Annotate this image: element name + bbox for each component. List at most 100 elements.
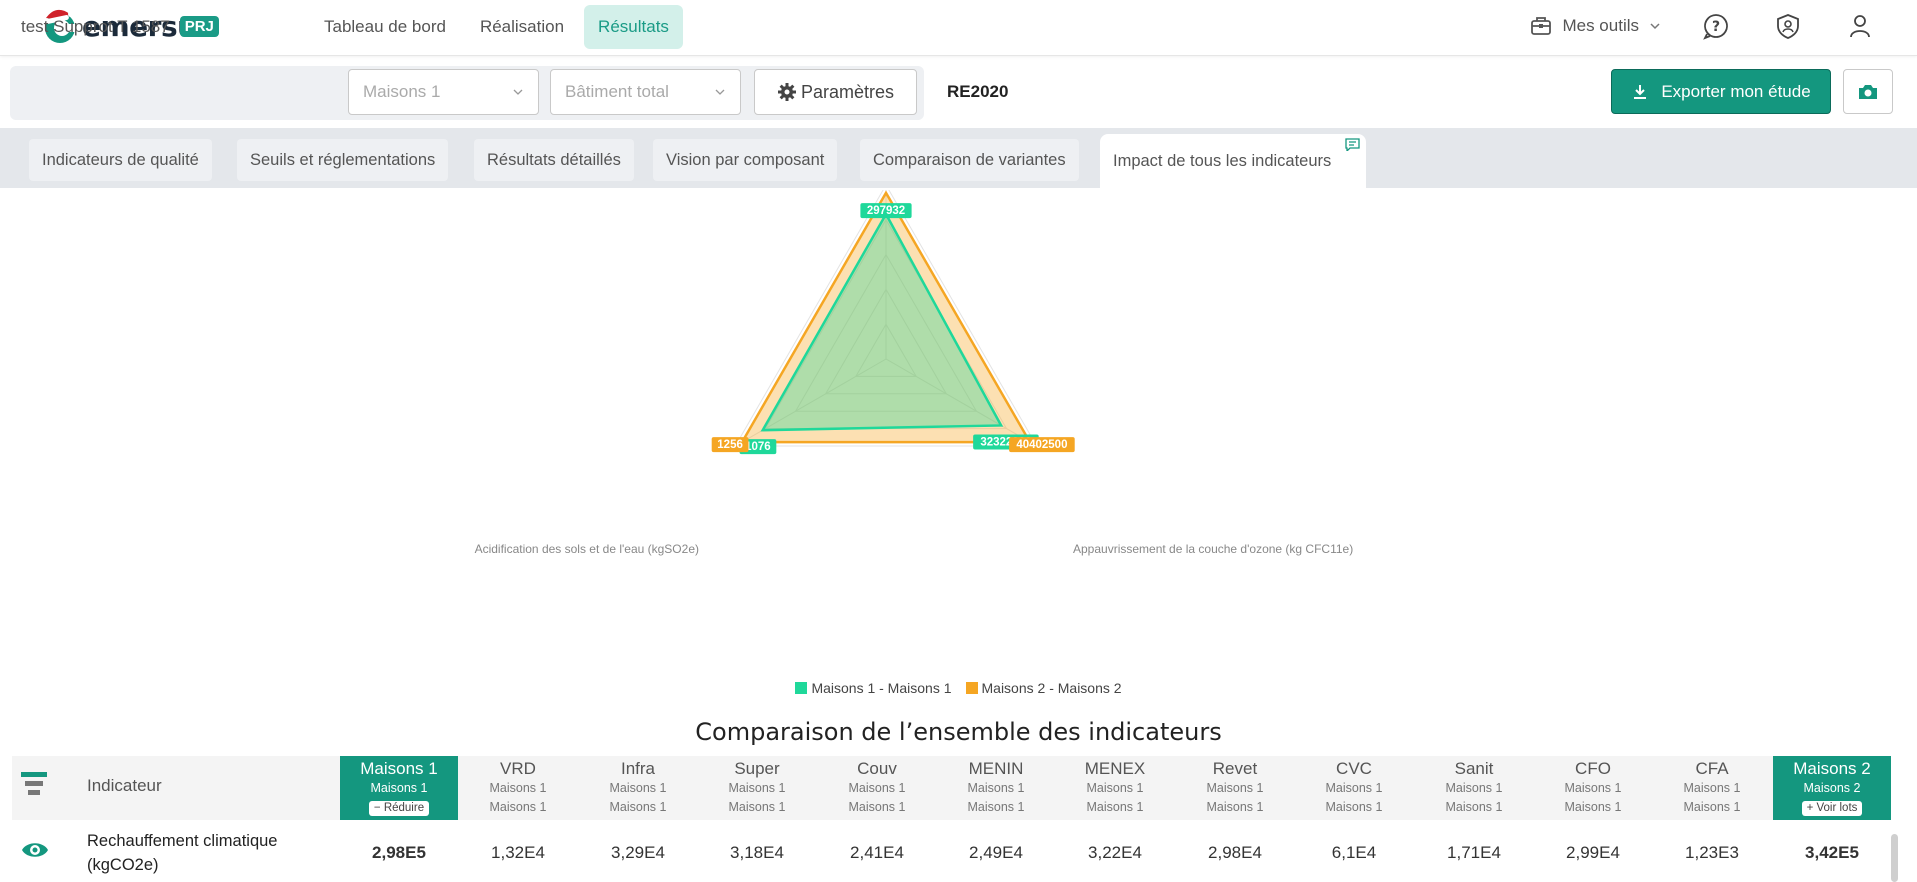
column-header[interactable]: CFO Maisons 1 Maisons 1 <box>1534 756 1652 820</box>
column-header[interactable]: Maisons 1 Maisons 1 − Réduire <box>340 756 458 820</box>
tab-impact-tous-indicateurs[interactable]: Impact de tous les indicateurs <box>1100 134 1366 188</box>
screenshot-button[interactable] <box>1843 69 1893 114</box>
column-sub-label: Maisons 1 <box>1564 800 1622 814</box>
legend-label-series-2: Maisons 2 - Maisons 2 <box>981 680 1122 696</box>
column-name: MENIN <box>968 759 1024 778</box>
radar-chart: 297932323220001076341783404025001256Rech… <box>0 159 1917 710</box>
column-header[interactable]: Super Maisons 1 Maisons 1 <box>698 756 816 820</box>
legend-item-series-1[interactable]: Maisons 1 - Maisons 1 <box>795 680 952 696</box>
column-sub-label: Maisons 1 <box>609 800 667 814</box>
column-header[interactable]: MENEX Maisons 1 Maisons 1 <box>1056 756 1174 820</box>
tab-seuils-reglementations[interactable]: Seuils et réglementations <box>237 139 449 181</box>
table-cell: 2,49E4 <box>969 843 1023 862</box>
comment-icon[interactable] <box>1345 138 1360 151</box>
column-header[interactable]: Couv Maisons 1 Maisons 1 <box>818 756 936 820</box>
see-lots-button[interactable]: + Voir lots <box>1801 801 1863 816</box>
column-sub-label: Maisons 1 <box>1206 781 1264 795</box>
column-name: CFO <box>1575 759 1611 778</box>
scope-select[interactable]: Bâtiment total <box>550 69 741 115</box>
column-header[interactable]: MENIN Maisons 1 Maisons 1 <box>937 756 1055 820</box>
column-name: Couv <box>857 759 897 778</box>
svg-text:?: ? <box>1712 19 1720 35</box>
nav-tableau-de-bord[interactable]: Tableau de bord <box>310 5 460 49</box>
project-title: test Supprot T 1587 <box>21 16 170 36</box>
tab-comparaison-variantes[interactable]: Comparaison de variantes <box>860 139 1079 181</box>
help-icon[interactable]: ? <box>1701 11 1731 41</box>
variant-select-value: Maisons 1 <box>363 82 441 101</box>
column-sub-label: Maisons 1 <box>1445 781 1503 795</box>
column-header[interactable]: VRD Maisons 1 Maisons 1 <box>459 756 577 820</box>
column-filter-icon[interactable] <box>21 772 47 801</box>
tools-menu[interactable]: Mes outils <box>1530 15 1661 37</box>
nav-realisation[interactable]: Réalisation <box>466 5 578 49</box>
tab-resultats-detailles[interactable]: Résultats détaillés <box>474 139 634 181</box>
column-name: MENEX <box>1084 759 1146 778</box>
column-header[interactable]: Infra Maisons 1 Maisons 1 <box>579 756 697 820</box>
tab-impact-label: Impact de tous les indicateurs <box>1113 151 1332 170</box>
column-sub-label: Maisons 1 <box>1086 781 1144 795</box>
column-header[interactable]: Maisons 2 Maisons 2 + Voir lots <box>1773 756 1891 820</box>
column-sub-label: Maisons 1 <box>1683 800 1741 814</box>
right-nav: Mes outils ? <box>1530 0 1917 52</box>
tab-vision-composant[interactable]: Vision par composant <box>653 139 838 181</box>
row-label: Rechauffement climatique (kgCO2e) <box>87 832 278 874</box>
column-sub-label: Maisons 1 <box>1325 781 1383 795</box>
legend-swatch-series-1 <box>795 682 808 694</box>
nav-resultats[interactable]: Résultats <box>584 5 683 49</box>
chevron-down-icon <box>715 89 725 95</box>
table-cell: 2,99E4 <box>1566 843 1620 862</box>
shield-icon[interactable] <box>1773 11 1803 41</box>
export-label: Exporter mon étude <box>1661 81 1811 101</box>
chevron-down-icon <box>1650 23 1660 30</box>
table-cell: 3,42E5 <box>1805 843 1859 862</box>
column-name: Maisons 1 <box>360 759 438 778</box>
column-name: Revet <box>1212 759 1258 778</box>
column-header[interactable]: Sanit Maisons 1 Maisons 1 <box>1415 756 1533 820</box>
column-sub-label: Maisons 1 <box>1325 800 1383 814</box>
column-sub-label: Maisons 1 <box>489 800 547 814</box>
column-sub-label: Maisons 1 <box>1445 800 1503 814</box>
legend-label-series-1: Maisons 1 - Maisons 1 <box>811 680 952 696</box>
eye-icon[interactable] <box>21 840 49 865</box>
column-sub-label: Maisons 1 <box>848 800 906 814</box>
column-sub-label: Maisons 1 <box>1683 781 1741 795</box>
export-study-button[interactable]: Exporter mon étude <box>1611 69 1831 114</box>
legend-item-series-2[interactable]: Maisons 2 - Maisons 2 <box>965 680 1122 696</box>
column-header[interactable]: CFA Maisons 1 Maisons 1 <box>1653 756 1771 820</box>
column-sub-label: Maisons 1 <box>1086 800 1144 814</box>
column-sub-label: Maisons 1 <box>967 800 1025 814</box>
table-cell: 3,18E4 <box>730 843 784 862</box>
table-cell: 1,71E4 <box>1447 843 1501 862</box>
parameters-button[interactable]: Paramètres <box>754 69 917 115</box>
column-name: Infra <box>620 759 656 778</box>
variant-select[interactable]: Maisons 1 <box>348 69 539 115</box>
indicator-column-header: Indicateur <box>87 776 162 795</box>
scrollbar[interactable] <box>1891 834 1898 882</box>
reduce-button[interactable]: − Réduire <box>368 801 430 816</box>
data-label: 1256 <box>717 439 743 451</box>
column-header[interactable]: Revet Maisons 1 Maisons 1 <box>1176 756 1294 820</box>
table-cell: 2,98E4 <box>1208 843 1262 862</box>
column-name: Sanit <box>1454 759 1494 778</box>
regulation-label: RE2020 <box>947 82 1009 101</box>
column-name: Super <box>734 759 780 778</box>
chart-legend: Maisons 1 - Maisons 1 Maisons 2 - Maison… <box>0 680 1917 696</box>
column-name: Maisons 2 <box>1793 759 1871 778</box>
column-sub-label: Maisons 1 <box>728 800 786 814</box>
column-sub-label: Maisons 1 <box>1564 781 1622 795</box>
toolbox-icon <box>1531 17 1552 35</box>
axis-label: Acidification des sols et de l'eau (kgSO… <box>475 542 699 556</box>
table-cell: 1,32E4 <box>491 843 545 862</box>
column-sub-label: Maisons 1 <box>1206 800 1264 814</box>
column-header[interactable]: CVC Maisons 1 Maisons 1 <box>1295 756 1413 820</box>
chevron-down-icon <box>513 89 523 95</box>
tab-indicateurs-qualite[interactable]: Indicateurs de qualité <box>29 139 212 181</box>
data-label: 1076 <box>745 441 771 453</box>
user-icon[interactable] <box>1845 11 1875 41</box>
radar-chart-svg: 297932323220001076341783404025001256Rech… <box>475 159 1353 556</box>
download-icon <box>1634 84 1647 99</box>
column-sub-label: Maisons 1 <box>728 781 786 795</box>
data-label: 297932 <box>867 205 905 217</box>
column-name: CVC <box>1336 759 1372 778</box>
data-label: 40402500 <box>1016 439 1067 451</box>
